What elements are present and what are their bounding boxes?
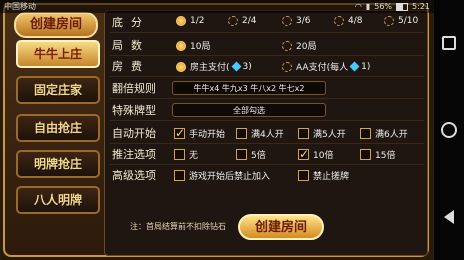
create-room-button[interactable]: 创建房间 (238, 214, 324, 240)
push-10x[interactable]: 10倍 (298, 147, 333, 161)
back-button[interactable] (440, 208, 458, 226)
clock: 5:21 (412, 2, 430, 11)
base-score-option-1[interactable]: 1/2 (176, 16, 204, 26)
circle-icon (441, 121, 457, 138)
radio-icon (384, 16, 394, 26)
auto-start-label: 自动开始 (112, 127, 156, 140)
checkbox-icon (360, 149, 371, 160)
battery-icon (396, 2, 409, 11)
special-cards-select[interactable]: 全部勾选 (172, 103, 326, 117)
base-score-option-5[interactable]: 5/10 (384, 16, 418, 26)
checkbox-icon (174, 170, 185, 181)
sidebar-item-open-grab[interactable]: 明牌抢庄 (16, 150, 100, 178)
push-label: 推注选项 (112, 148, 156, 161)
push-15x[interactable]: 15倍 (360, 148, 395, 161)
square-icon (442, 36, 456, 51)
auto-start-6[interactable]: 满6人开 (360, 127, 408, 140)
radio-icon (228, 16, 238, 26)
radio-selected-icon (176, 61, 186, 72)
sidebar-item-niuniu-banker[interactable]: 牛牛上庄 (16, 40, 100, 68)
divider (110, 164, 424, 165)
rounds-option-20[interactable]: 20局 (282, 39, 316, 52)
divider (110, 76, 424, 77)
divider (110, 55, 424, 56)
auto-start-5[interactable]: 满5人开 (298, 127, 346, 140)
divider (110, 120, 424, 121)
base-score-label: 底分 (112, 16, 150, 29)
wifi-icon: ◠ (354, 2, 362, 11)
base-score-option-3[interactable]: 3/6 (282, 16, 310, 26)
base-score-option-4[interactable]: 4/8 (334, 16, 362, 26)
fee-owner-pay[interactable]: 房主支付(3) (176, 60, 252, 73)
push-none[interactable]: 无 (174, 148, 198, 161)
radio-selected-icon (176, 16, 186, 26)
android-nav-bar (433, 0, 464, 260)
rounds-option-10[interactable]: 10局 (176, 39, 210, 52)
recent-apps-button[interactable] (440, 34, 458, 52)
advanced-no-join[interactable]: 游戏开始后禁止加入 (174, 169, 270, 182)
sidebar-item-eight-open[interactable]: 八人明牌 (16, 186, 100, 214)
signal-icon: ▮ (365, 2, 371, 11)
page-title: 创建房间 (14, 12, 98, 38)
advanced-label: 高级选项 (112, 169, 156, 182)
checkbox-checked-icon (174, 126, 185, 140)
checkbox-icon (298, 170, 309, 181)
auto-start-manual[interactable]: 手动开始 (174, 126, 225, 140)
sidebar-item-fixed-banker[interactable]: 固定庄家 (16, 76, 100, 104)
diamond-icon (349, 61, 360, 72)
push-5x[interactable]: 5倍 (236, 148, 266, 161)
divider (110, 98, 424, 99)
checkbox-icon (360, 128, 371, 139)
diamond-icon (231, 61, 241, 72)
multiplier-select[interactable]: 牛牛x4 牛九x3 牛八x2 牛七x2 (172, 81, 326, 95)
battery-percent: 56% (374, 2, 393, 11)
radio-selected-icon (176, 40, 186, 51)
status-bar: 中国移动 ◠ ▮ 56% 5:21 (0, 0, 434, 13)
multiplier-label: 翻倍规则 (112, 82, 156, 95)
checkbox-icon (174, 149, 185, 160)
divider (110, 32, 424, 33)
checkbox-icon (236, 128, 247, 139)
rounds-label: 局数 (112, 39, 150, 52)
checkbox-checked-icon (298, 147, 309, 161)
game-screen: 创建房间 牛牛上庄 固定庄家 自由抢庄 明牌抢庄 八人明牌 底分 1/2 2/4… (0, 0, 434, 260)
radio-icon (282, 16, 292, 26)
checkbox-icon (298, 128, 309, 139)
sidebar-item-free-grab[interactable]: 自由抢庄 (16, 114, 100, 142)
carrier-name: 中国移动 (4, 2, 36, 11)
special-cards-label: 特殊牌型 (112, 104, 156, 117)
divider (110, 143, 424, 144)
fee-label: 房费 (112, 60, 150, 73)
radio-icon (334, 16, 344, 26)
radio-icon (282, 61, 292, 72)
base-score-option-2[interactable]: 2/4 (228, 16, 256, 26)
checkbox-icon (236, 149, 247, 160)
diamond-note: 注：首局结算前不扣除钻石 (130, 222, 226, 231)
advanced-no-squeeze[interactable]: 禁止搓牌 (298, 169, 349, 182)
back-triangle-icon (444, 209, 454, 224)
auto-start-4[interactable]: 满4人开 (236, 127, 284, 140)
fee-aa-pay[interactable]: AA支付(每人 1) (282, 60, 370, 73)
radio-icon (282, 40, 292, 51)
home-button[interactable] (440, 121, 458, 139)
